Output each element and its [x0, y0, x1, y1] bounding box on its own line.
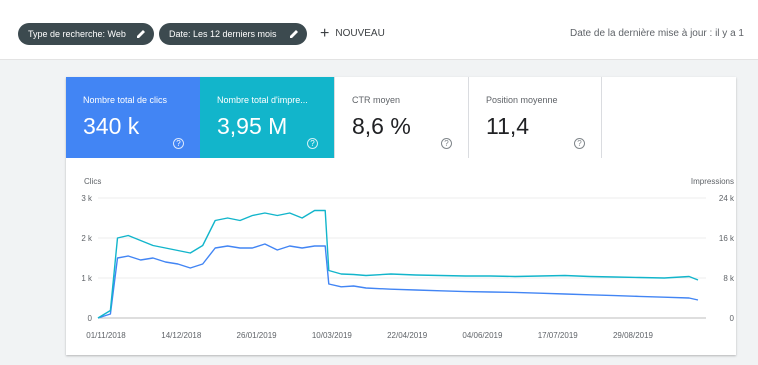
x-tick-label: 26/01/2019 [237, 331, 278, 340]
performance-card: Nombre total de clics 340 k ? Nombre tot… [66, 77, 736, 355]
performance-chart[interactable]: Clics Impressions 0 0 1 k 8 k 2 k 16 k 3 k 24 k… [66, 77, 736, 355]
y2-tick-label: 16 k [719, 234, 735, 243]
series-line-clics [97, 243, 699, 319]
filter-bar: Type de recherche: Web Date: Les 12 dern… [0, 0, 758, 60]
y-tick-label: 0 [88, 314, 93, 323]
x-tick-label: 14/12/2018 [161, 331, 202, 340]
x-tick-label: 17/07/2019 [538, 331, 579, 340]
x-tick-label: 22/04/2019 [387, 331, 428, 340]
search-type-filter-label: Type de recherche: Web [28, 29, 126, 39]
last-updated-text: Date de la dernière mise à jour : il y a… [570, 28, 744, 39]
x-tick-label: 04/06/2019 [462, 331, 503, 340]
y-tick-label: 1 k [81, 274, 93, 283]
y-axis-title: Clics [84, 177, 101, 186]
new-filter-label: NOUVEAU [335, 28, 385, 39]
pencil-icon [137, 30, 145, 38]
date-filter-label: Date: Les 12 derniers mois [169, 29, 277, 39]
y-tick-label: 2 k [81, 234, 93, 243]
date-filter-chip[interactable]: Date: Les 12 derniers mois [159, 23, 307, 45]
pencil-icon [290, 30, 298, 38]
new-filter-button[interactable]: + NOUVEAU [320, 23, 385, 45]
y2-tick-label: 8 k [723, 274, 735, 283]
y2-tick-label: 0 [730, 314, 735, 323]
plus-icon: + [320, 25, 330, 42]
x-tick-label: 01/11/2018 [86, 331, 126, 340]
search-type-filter-chip[interactable]: Type de recherche: Web [18, 23, 154, 45]
y2-tick-label: 24 k [719, 194, 735, 203]
x-tick-label: 10/03/2019 [312, 331, 353, 340]
y2-axis-title: Impressions [691, 177, 734, 186]
series-line-impressions [97, 209, 699, 319]
y-tick-label: 3 k [81, 194, 93, 203]
x-tick-label: 29/08/2019 [613, 331, 654, 340]
